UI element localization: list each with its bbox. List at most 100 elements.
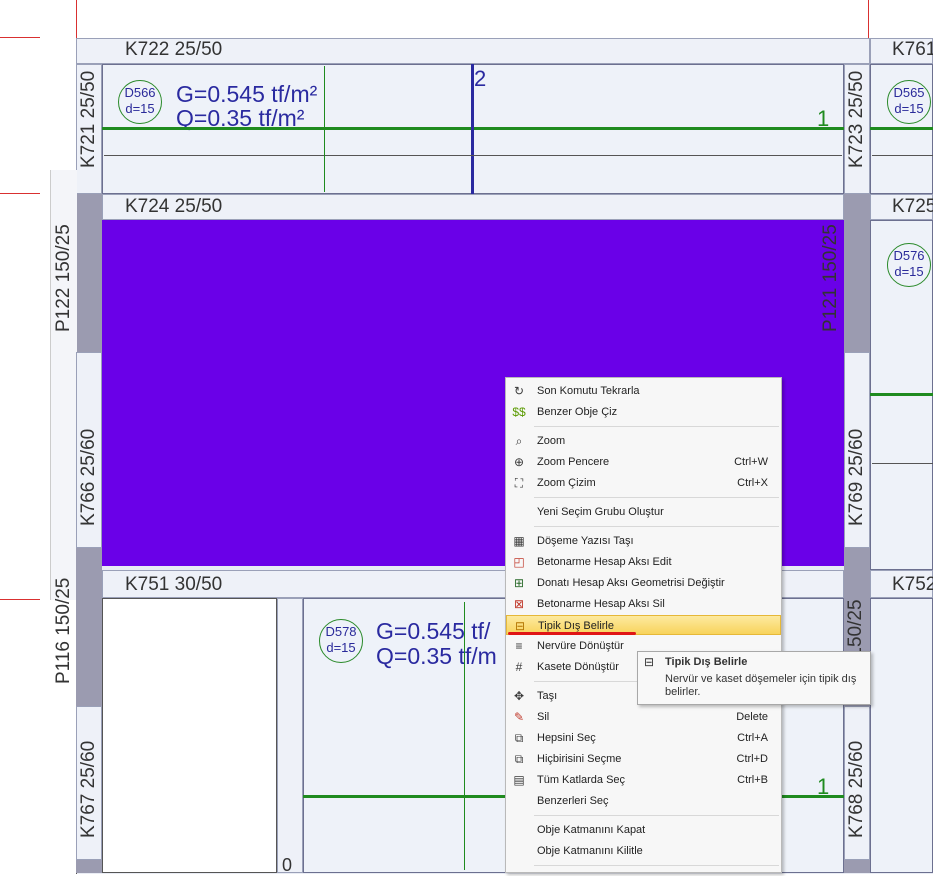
menu-separator <box>534 526 779 527</box>
zoom-icon: ⌕ <box>515 434 523 448</box>
axis-mark: 1 <box>817 106 830 131</box>
menu-item-similar-draw[interactable]: $$ Benzer Obje Çiz <box>506 402 781 422</box>
menu-item-label: Benzer Obje Çiz <box>537 406 618 418</box>
dead-load-label: G=0.545 tf/m² <box>176 81 318 107</box>
grid-line <box>0 193 40 194</box>
menu-item-label: Döşeme Yazısı Taşı <box>537 535 634 547</box>
column-p121[interactable] <box>844 194 870 352</box>
menu-item-select-all[interactable]: ⧉ Hepsini Seç Ctrl+A <box>506 728 781 748</box>
menu-item-layer-off[interactable]: Obje Katmanını Kapat <box>506 820 781 840</box>
menu-item-label: Obje Katmanını Kilitle <box>537 845 643 857</box>
dimension-line <box>872 155 933 156</box>
tooltip-title: Tipik Dış Belirle <box>665 656 748 668</box>
tooltip-body: Nervür ve kaset döşemeler için tipik dış… <box>665 673 857 698</box>
slab-thickness: d=15 <box>326 640 356 655</box>
column-bottom <box>844 860 870 873</box>
menu-item-new-selection-group[interactable]: Yeni Seçim Grubu Oluştur <box>506 502 781 522</box>
beam-label: K724 25/50 <box>125 196 223 217</box>
slab-thickness: d=15 <box>894 101 924 116</box>
menu-item-axis-geometry[interactable]: ⊞ Donatı Hesap Aksı Geometrisi Değiştir <box>506 573 781 593</box>
beam-label: K766 25/60 <box>78 428 99 526</box>
column-p116[interactable] <box>76 548 102 706</box>
beam-label: K725 <box>892 196 933 217</box>
beam-label: K768 25/60 <box>846 740 867 838</box>
menu-item-zoom[interactable]: ⌕ Zoom <box>506 431 781 451</box>
menu-item-erase[interactable]: ✎ Sil Delete <box>506 707 781 727</box>
menu-separator <box>534 865 779 866</box>
zoom-extents-icon: ⛶ <box>514 476 524 490</box>
menu-item-label: Son Komutu Tekrarla <box>537 385 640 397</box>
slab-name: D576 <box>893 248 925 263</box>
dimension-line <box>872 463 933 464</box>
typical-outer-icon: ⊟ <box>644 655 655 669</box>
menu-item-label: Benzerleri Seç <box>537 795 609 807</box>
menu-item-label: Yeni Seçim Grubu Oluştur <box>537 506 664 518</box>
menu-item-select-none[interactable]: ⧉ Hiçbirisini Seçme Ctrl+D <box>506 749 781 769</box>
menu-item-zoom-window[interactable]: ⊕ Zoom Pencere Ctrl+W <box>506 452 781 472</box>
menu-item-axis-edit[interactable]: ◰ Betonarme Hesap Aksı Edit <box>506 552 781 572</box>
menu-item-label: Tüm Katlarda Seç <box>537 774 626 786</box>
axis-mark: 2 <box>474 66 487 91</box>
slab-thickness: d=15 <box>894 264 924 279</box>
slab-thickness: d=15 <box>125 101 155 116</box>
grid-line <box>868 0 869 38</box>
slab-text-move-icon: ▦ <box>513 534 525 548</box>
menu-item-select-all-floors[interactable]: ▤ Tüm Katlarda Seç Ctrl+B <box>506 770 781 790</box>
menu-item-select-similar[interactable]: Benzerleri Seç <box>506 791 781 811</box>
axis-mark: 1 <box>817 774 830 799</box>
slab-name: D578 <box>325 624 357 639</box>
menu-item-shortcut: Ctrl+D <box>736 753 768 765</box>
slab-name: D566 <box>124 85 156 100</box>
menu-item-label: Donatı Hesap Aksı Geometrisi Değiştir <box>537 577 725 589</box>
beam-label: K769 25/60 <box>846 428 867 526</box>
select-none-icon: ⧉ <box>514 752 524 766</box>
beam-label: K752 <box>892 574 933 595</box>
menu-item-label: Nervüre Dönüştür <box>537 640 624 652</box>
menu-item-label: Hepsini Seç <box>537 732 596 744</box>
zoom-window-icon: ⊕ <box>513 455 525 469</box>
menu-item-label: Zoom <box>537 435 566 447</box>
slab-tag: D576 d=15 <box>887 243 931 287</box>
beam-label: K751 30/50 <box>125 574 223 595</box>
menu-item-shortcut: Ctrl+X <box>737 477 768 489</box>
beam-label: K723 25/50 <box>846 70 867 168</box>
tooltip: ⊟ Tipik Dış Belirle Nervür ve kaset döşe… <box>637 651 871 705</box>
menu-item-shortcut: Ctrl+B <box>737 774 768 786</box>
menu-item-layer-lock[interactable]: Obje Katmanını Kilitle <box>506 841 781 861</box>
slab-right-lower <box>870 598 933 873</box>
menu-item-label: Sil <box>537 711 550 723</box>
repeat-icon: ↻ <box>513 384 525 398</box>
select-all-floors-icon: ▤ <box>513 773 525 787</box>
menu-item-shortcut: Ctrl+A <box>737 732 768 744</box>
beam-label: K722 25/50 <box>125 39 223 60</box>
menu-item-axis-delete[interactable]: ⊠ Betonarme Hesap Aksı Sil <box>506 594 781 614</box>
column-p122[interactable] <box>76 194 102 352</box>
green-axis-line <box>870 393 933 396</box>
menu-item-zoom-extents[interactable]: ⛶ Zoom Çizim Ctrl+X <box>506 473 781 493</box>
beam-label: K767 25/60 <box>78 740 99 838</box>
axis-edit-icon: ◰ <box>513 555 525 569</box>
column-bottom <box>76 860 102 873</box>
menu-item-slab-text-move[interactable]: ▦ Döşeme Yazısı Taşı <box>506 531 781 551</box>
menu-item-label: Betonarme Hesap Aksı Edit <box>537 556 672 568</box>
slab-name: D565 <box>893 85 925 100</box>
menu-item-shortcut: Delete <box>736 711 768 723</box>
menu-item-label: Kasete Dönüştür <box>537 661 619 673</box>
grid-line <box>0 37 40 38</box>
context-menu: ↻ Son Komutu Tekrarla $$ Benzer Obje Çiz… <box>505 377 782 873</box>
column-label: P116 150/25 <box>53 577 74 684</box>
dimension-line <box>324 66 325 192</box>
menu-item-repeat-last[interactable]: ↻ Son Komutu Tekrarla <box>506 381 781 401</box>
menu-item-label: Betonarme Hesap Aksı Sil <box>537 598 665 610</box>
axis-delete-icon: ⊠ <box>513 597 525 611</box>
menu-item-label: Taşı <box>537 690 558 702</box>
erase-icon: ✎ <box>513 710 525 724</box>
menu-separator <box>534 426 779 427</box>
menu-item-shortcut: Ctrl+W <box>734 456 768 468</box>
drawing-canvas[interactable]: K722 25/50 K761 K721 25/50 D566 d=15 G=0… <box>0 0 933 875</box>
slab-tag: D566 d=15 <box>118 80 162 124</box>
slab-tag: D578 d=15 <box>319 619 363 663</box>
menu-separator <box>534 497 779 498</box>
rib-convert-icon: ≡ <box>515 639 523 653</box>
dimension-line <box>464 602 465 870</box>
